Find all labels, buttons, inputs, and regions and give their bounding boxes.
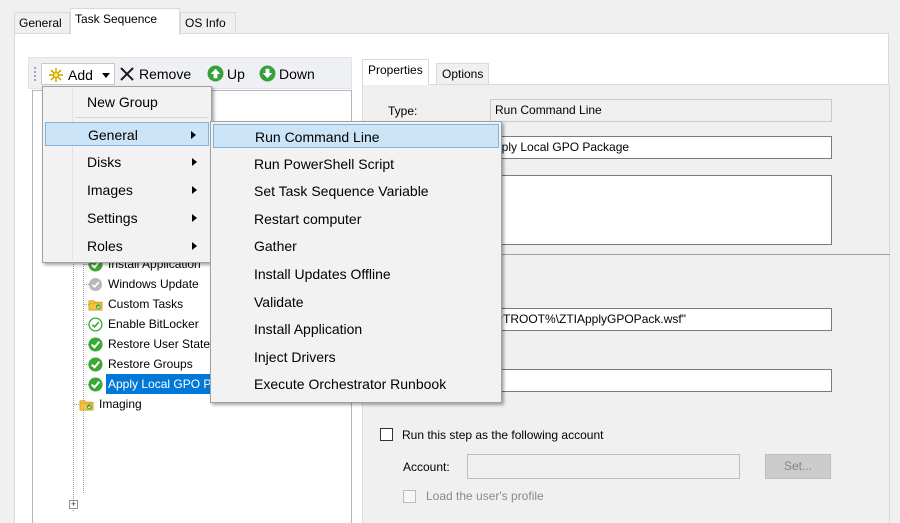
tree-item-label: Custom Tasks: [108, 297, 184, 311]
gray-check-icon: [88, 277, 103, 292]
submenu-item-execute-orchestrator-runbook[interactable]: Execute Orchestrator Runbook: [213, 372, 499, 396]
description-field[interactable]: [490, 175, 832, 245]
green-check-icon: [88, 337, 103, 352]
tree-item-label: Enable BitLocker: [108, 317, 199, 331]
add-button[interactable]: Add: [41, 63, 115, 85]
type-field: Run Command Line: [490, 99, 832, 122]
menu-item-label: Settings: [87, 210, 138, 226]
menu-item-disks[interactable]: Disks: [45, 150, 209, 174]
menu-item-label: Images: [87, 182, 133, 198]
submenu-item-install-application[interactable]: Install Application: [213, 317, 499, 341]
submenu-item-install-updates-offline[interactable]: Install Updates Offline: [213, 262, 499, 286]
set-button: Set...: [765, 454, 831, 479]
task-sequence-toolbar: Add Remove Up Down: [28, 57, 352, 89]
tree-item-label: Restore Groups: [108, 357, 193, 371]
command-line-field[interactable]: PTROOT%\ZTIApplyGPOPack.wsf": [490, 308, 832, 331]
tab-general[interactable]: General: [14, 12, 70, 34]
submenu-item-run-command-line[interactable]: Run Command Line: [213, 124, 499, 148]
tab-options[interactable]: Options: [436, 63, 490, 84]
submenu-item-run-powershell-script[interactable]: Run PowerShell Script: [213, 152, 499, 176]
add-button-label: Add: [68, 67, 93, 83]
run-as-label: Run this step as the following account: [402, 428, 604, 442]
account-field: [467, 454, 740, 479]
tab-os-info[interactable]: OS Info: [180, 12, 236, 34]
menu-item-settings[interactable]: Settings: [45, 206, 209, 230]
load-profile-checkbox: [403, 490, 416, 503]
type-label: Type:: [388, 104, 418, 118]
up-button[interactable]: Up: [207, 63, 245, 85]
green-check-icon: [88, 377, 103, 392]
chevron-down-icon: [102, 73, 110, 78]
submenu-arrow-icon: [192, 186, 197, 194]
general-submenu: Run Command Line Run PowerShell Script Set…: [210, 121, 502, 403]
folder-icon: [79, 400, 94, 411]
tree-item-label: Windows Update: [108, 277, 199, 291]
name-field[interactable]: pply Local GPO Package: [490, 136, 832, 159]
tab-task-sequence[interactable]: Task Sequence: [70, 8, 180, 35]
submenu-arrow-icon: [192, 158, 197, 166]
folder-icon: [88, 300, 103, 311]
menu-item-label: General: [88, 127, 138, 143]
submenu-item-inject-drivers[interactable]: Inject Drivers: [213, 345, 499, 369]
submenu-item-set-task-sequence-variable[interactable]: Set Task Sequence Variable: [213, 179, 499, 203]
menu-item-label: New Group: [87, 94, 158, 110]
submenu-item-restart-computer[interactable]: Restart computer: [213, 207, 499, 231]
submenu-arrow-icon: [192, 214, 197, 222]
submenu-item-validate[interactable]: Validate: [213, 290, 499, 314]
expand-imaging-toggle[interactable]: +: [69, 500, 78, 509]
close-icon: [120, 67, 134, 81]
load-profile-label: Load the user's profile: [426, 489, 544, 503]
remove-button-label: Remove: [139, 66, 192, 82]
menu-item-general[interactable]: General: [45, 122, 209, 146]
menu-item-label: Disks: [87, 154, 122, 170]
menu-item-label: Roles: [87, 238, 123, 254]
account-label: Account:: [403, 460, 450, 474]
remove-button[interactable]: Remove: [119, 63, 191, 85]
menu-divider: [75, 117, 209, 118]
down-button[interactable]: Down: [259, 63, 315, 85]
down-button-label: Down: [279, 66, 315, 82]
tree-item-label: Restore User State: [108, 337, 211, 351]
up-button-label: Up: [227, 66, 245, 82]
tree-item-label: Imaging: [99, 397, 142, 411]
sparkle-add-icon: [49, 68, 63, 82]
menu-item-new-group[interactable]: New Group: [45, 90, 209, 114]
run-as-checkbox[interactable]: [380, 428, 393, 441]
submenu-arrow-icon: [191, 131, 196, 139]
tab-properties[interactable]: Properties: [362, 59, 429, 85]
toolbar-grip[interactable]: [33, 66, 37, 82]
arrow-down-icon: [259, 65, 276, 82]
green-check-icon: [88, 357, 103, 372]
start-in-field[interactable]: [490, 369, 832, 392]
menu-item-images[interactable]: Images: [45, 178, 209, 202]
arrow-up-icon: [207, 65, 224, 82]
submenu-item-gather[interactable]: Gather: [213, 234, 499, 258]
submenu-arrow-icon: [192, 242, 197, 250]
add-dropdown-menu: New Group General Disks Images Settings Roles: [42, 86, 212, 263]
menu-item-roles[interactable]: Roles: [45, 234, 209, 258]
outline-check-icon: [88, 317, 103, 332]
